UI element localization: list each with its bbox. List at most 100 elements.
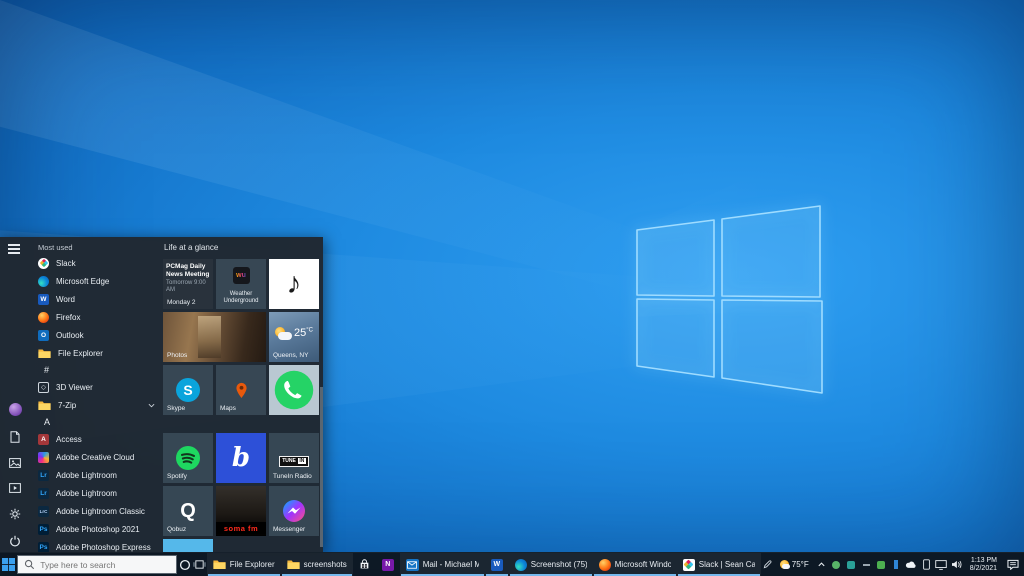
app-item-firefox[interactable]: Firefox: [36, 308, 163, 326]
tile-skype[interactable]: SSkype: [163, 365, 213, 415]
app-item-7-zip[interactable]: 7-Zip: [36, 396, 163, 414]
app-item-3d-viewer[interactable]: ◇3D Viewer: [36, 378, 163, 396]
taskbar-button-word[interactable]: W: [485, 553, 509, 576]
app-item-adobe-photoshop-express[interactable]: PsAdobe Photoshop Express: [36, 538, 163, 552]
app-item-adobe-lightroom-2[interactable]: LrAdobe Lightroom: [36, 484, 163, 502]
rail-item-pictures[interactable]: [9, 458, 21, 468]
app-section-header[interactable]: A: [36, 414, 163, 430]
tile-label: Skype: [167, 405, 185, 412]
taskbar-button-label: Slack | Sean Carrol...: [699, 560, 755, 569]
app-item-adobe-photoshop-2021[interactable]: PsAdobe Photoshop 2021: [36, 520, 163, 538]
windows-start-icon: [2, 558, 15, 571]
app-item-label: Adobe Lightroom: [56, 471, 117, 480]
folder-icon: [213, 559, 226, 570]
app-item-adobe-creative-cloud[interactable]: Adobe Creative Cloud: [36, 448, 163, 466]
tile-weather[interactable]: 25°CQueens, NY: [269, 312, 319, 362]
app-item-access[interactable]: AAccess: [36, 430, 163, 448]
firefox-icon: [38, 312, 49, 323]
start-menu-scrollbar[interactable]: [320, 387, 323, 547]
taskbar-button-firefox[interactable]: Microsoft Window...: [593, 553, 677, 576]
tile-label: Qobuz: [167, 526, 186, 533]
rail-item-user[interactable]: [9, 403, 22, 416]
taskbar-clock[interactable]: 1:13 PM8/2/2021: [965, 557, 1002, 573]
tile-qobuz[interactable]: QQobuz: [163, 486, 213, 536]
hidden-icons-chevron-icon[interactable]: [815, 553, 828, 576]
app-item-outlook[interactable]: OOutlook: [36, 326, 163, 344]
taskbar-button-label: File Explorer: [230, 560, 275, 569]
file-explorer-icon: [38, 348, 51, 359]
tile-group-label: Life at a glance: [164, 243, 218, 252]
folder-icon: [287, 559, 300, 570]
taskbar-button-file-explorer[interactable]: File Explorer: [207, 553, 281, 576]
taskbar-button-label: Mail - Michael M...: [423, 560, 479, 569]
tray-icon-blue-bar-icon[interactable]: [890, 553, 903, 576]
tray-icon-grey-icon[interactable]: [860, 553, 873, 576]
app-item-adobe-lightroom-1[interactable]: Lr Adobe Lightroom: [36, 466, 163, 484]
adobe-lightroom-1-icon: Lr: [38, 470, 49, 481]
tile-mail-tile-partial[interactable]: [163, 539, 213, 552]
cortana-button[interactable]: [177, 553, 192, 576]
7-zip-icon: [38, 400, 51, 411]
adobe-creative-cloud-icon: [38, 452, 49, 463]
app-section-header[interactable]: #: [36, 362, 163, 378]
onedrive-cloud-icon[interactable]: [905, 553, 918, 576]
app-item-word[interactable]: W Word: [36, 290, 163, 308]
app-item-label: Adobe Creative Cloud: [56, 453, 134, 462]
app-item-label: Word: [56, 295, 75, 304]
tile-messenger[interactable]: Messenger: [269, 486, 319, 536]
tile-maps[interactable]: Maps: [216, 365, 266, 415]
taskbar-button-mail[interactable]: Mail - Michael M...: [400, 553, 485, 576]
start-menu-tiles: Life at a glance PCMag Daily News Meetin…: [163, 237, 323, 552]
app-item-label: 3D Viewer: [56, 383, 93, 392]
rail-item-settings[interactable]: [9, 508, 21, 520]
tile-photos[interactable]: Photos: [163, 312, 266, 362]
start-button[interactable]: [0, 553, 17, 576]
tray-icon-leaf-icon[interactable]: [830, 553, 843, 576]
tile-weather-underground[interactable]: wuWeather Underground: [216, 259, 266, 309]
user-avatar: [9, 403, 22, 416]
display-network-icon[interactable]: [935, 553, 948, 576]
tile-spotify[interactable]: Spotify: [163, 433, 213, 483]
taskbar-button-microsoft-store[interactable]: [353, 553, 376, 576]
phone-link-icon[interactable]: [920, 553, 933, 576]
tile-calendar[interactable]: PCMag Daily News MeetingTomorrow 9:00 AM…: [163, 259, 213, 309]
windows-desktop: Most usedSlackMicrosoft EdgeWWordFirefox…: [0, 0, 1024, 576]
tile-tunein[interactable]: TUNEINTuneIn Radio: [269, 433, 319, 483]
taskbar-search-box[interactable]: [17, 555, 177, 574]
taskbar-button-edge[interactable]: Screenshot (75) pn...: [509, 553, 593, 576]
taskbar-button-label: screenshots: [304, 560, 347, 569]
tile-bandcamp[interactable]: b: [216, 433, 266, 483]
app-item-microsoft-edge[interactable]: Microsoft Edge: [36, 272, 163, 290]
action-center-icon[interactable]: [1004, 553, 1022, 576]
start-menu-rail: [0, 237, 30, 552]
tray-icon-green-app-icon[interactable]: [875, 553, 888, 576]
adobe-lightroom-2-icon: Lr: [38, 488, 49, 499]
task-view-button[interactable]: [192, 553, 207, 576]
weather-widget[interactable]: 75°F: [776, 560, 813, 569]
rail-item-documents[interactable]: [10, 431, 20, 443]
firefox-icon: [599, 559, 611, 571]
rail-item-power[interactable]: [9, 535, 21, 547]
tray-pen-icon[interactable]: [761, 553, 774, 576]
weather-underground-icon: wu: [233, 267, 250, 284]
taskbar-button-screenshots-folder[interactable]: screenshots: [281, 553, 353, 576]
taskbar-button-onenote[interactable]: N: [376, 553, 400, 576]
app-item-label: Microsoft Edge: [56, 277, 109, 286]
weather-temp: 25°C: [294, 327, 313, 339]
tray-icon-camera-icon[interactable]: [845, 553, 858, 576]
rail-item-videos[interactable]: [9, 483, 21, 493]
taskbar-button-label: Screenshot (75) pn...: [531, 560, 587, 569]
app-item-file-explorer[interactable]: File Explorer: [36, 344, 163, 362]
taskbar-button-slack[interactable]: Slack | Sean Carrol...: [677, 553, 761, 576]
app-item-slack[interactable]: Slack: [36, 254, 163, 272]
tile-whatsapp[interactable]: [269, 365, 319, 415]
somafm-logo: soma fm: [216, 522, 266, 534]
volume-icon[interactable]: [950, 553, 963, 576]
app-item-adobe-lightroom-classic[interactable]: LrCAdobe Lightroom Classic: [36, 502, 163, 520]
hamburger-icon[interactable]: [8, 244, 20, 254]
tile-groove-music[interactable]: ♪: [269, 259, 319, 309]
app-item-label: File Explorer: [58, 349, 103, 358]
search-input[interactable]: [40, 560, 170, 570]
word-icon: W: [38, 294, 49, 305]
tile-somafm[interactable]: soma fm: [216, 486, 266, 536]
